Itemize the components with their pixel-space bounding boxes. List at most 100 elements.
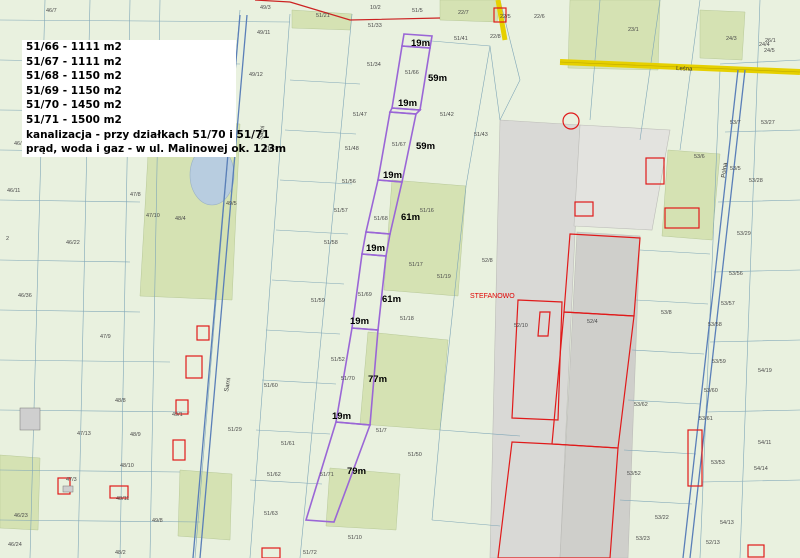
parcel-number: 48/10	[120, 463, 134, 469]
parcel-number: 48/4	[175, 216, 186, 222]
parcel-number: 23/1	[628, 27, 639, 33]
dim-label-width-6: 19m	[332, 411, 351, 422]
parcel-number: 51/5	[412, 8, 423, 14]
parcel-number: 24/5	[764, 48, 775, 54]
parcel-number: 51/17	[409, 262, 423, 268]
parcel-number: 53/61	[699, 416, 713, 422]
parcel-number: 51/50	[408, 452, 422, 458]
parcel-number: 51/7	[376, 428, 387, 434]
parcel-number: 52/8	[482, 258, 493, 264]
parcel-number: 52/10	[514, 323, 528, 329]
parcel-number: 53/56	[729, 271, 743, 277]
dim-label-width-2: 19m	[398, 98, 417, 109]
parcel-number: 51/52	[331, 357, 345, 363]
parcel-number: 51/59	[311, 298, 325, 304]
dim-label-length-3: 61m	[401, 212, 420, 223]
parcel-number: 51/19	[437, 274, 451, 280]
parcel-number: 51/63	[264, 511, 278, 517]
parcel-number: 51/41	[454, 36, 468, 42]
dim-label-length-5: 77m	[368, 374, 387, 385]
dim-label-length-4: 61m	[382, 294, 401, 305]
parcel-number: 48/8	[115, 398, 126, 404]
legend-line: 51/69 - 1150 m2	[26, 84, 122, 97]
legend-line: 51/71 - 1500 m2	[26, 113, 122, 126]
parcel-number: 48/9	[130, 432, 141, 438]
parcel-number: 51/68	[374, 216, 388, 222]
parcel-number: 51/33	[368, 23, 382, 29]
parcel-number: 51/67	[392, 142, 406, 148]
parcel-number: 53/60	[704, 388, 718, 394]
parcel-number: 47/8	[130, 192, 141, 198]
parcel-number: 49/5	[226, 201, 237, 207]
parcel-number: 51/42	[440, 112, 454, 118]
parcel-number: 51/29	[228, 427, 242, 433]
parcel-number: 47/10	[146, 213, 160, 219]
parcel-number: 51/43	[474, 132, 488, 138]
parcel-number: 51/58	[324, 240, 338, 246]
parcel-number: 53/52	[627, 471, 641, 477]
place-name: STEFANOWO	[470, 293, 515, 300]
parcel-number: 51/69	[358, 292, 372, 298]
parcel-number: 51/48	[345, 146, 359, 152]
parcel-number: 51/10	[348, 535, 362, 541]
dim-label-width-4: 19m	[366, 243, 385, 254]
street-label-lesna: Leśna	[676, 66, 693, 73]
parcel-number: 24/3	[726, 36, 737, 42]
parcel-number: 53/5	[730, 166, 741, 172]
parcel-number: 53/28	[749, 178, 763, 184]
parcel-number: 46/23	[14, 513, 28, 519]
parcel-number: 52/4	[587, 319, 598, 325]
parcel-number: 53/62	[634, 402, 648, 408]
parcel-number: 2	[6, 236, 9, 242]
parcel-number: 51/62	[267, 472, 281, 478]
parcel-number: 53/58	[708, 322, 722, 328]
parcel-number: 22/6	[534, 14, 545, 20]
parcel-number: 49/1	[172, 412, 183, 418]
parcel-number: 49/11	[257, 30, 270, 36]
parcel-number: 51/66	[405, 70, 419, 76]
dim-label-length-6: 79m	[347, 466, 366, 477]
parcel-number: 22/5	[500, 14, 511, 20]
parcel-number: 51/16	[420, 208, 434, 214]
parcel-number: 54/11	[758, 440, 771, 446]
parcel-number: 52/13	[706, 540, 720, 546]
parcel-number: 54/13	[720, 520, 734, 526]
parcel-number: 51/71	[320, 472, 334, 478]
parcel-number: 51/21	[316, 13, 330, 19]
parcel-number: 53/7	[730, 120, 741, 126]
dim-label-length-2: 59m	[416, 141, 435, 152]
parcel-number: 10/2	[370, 5, 381, 11]
parcel-number: 22/8	[490, 34, 501, 40]
parcel-number: 46/11	[7, 188, 20, 194]
parcel-number: 51/57	[334, 208, 348, 214]
parcel-number: 48/2	[115, 550, 126, 556]
parcel-number: 51/60	[264, 383, 278, 389]
parcel-number: 53/53	[711, 460, 725, 466]
parcel-number: 46/7	[46, 8, 57, 14]
legend-line: 51/70 - 1450 m2	[26, 99, 122, 112]
parcel-number: 53/22	[655, 515, 669, 521]
parcel-number: 46/36	[18, 293, 32, 299]
parcel-number: 53/29	[737, 231, 751, 237]
parcel-number: 49/3	[260, 5, 271, 11]
plot-legend: 51/66 - 1111 m2 51/67 - 1111 m2 51/68 - …	[22, 40, 287, 157]
parcel-number: 22/7	[458, 10, 469, 16]
parcel-number: 46/22	[66, 240, 80, 246]
parcel-number: 51/70	[341, 376, 355, 382]
legend-line: prąd, woda i gaz - w ul. Malinowej ok. 1…	[26, 143, 287, 156]
dim-label-width-5: 19m	[350, 316, 369, 327]
parcel-number: 51/56	[342, 179, 356, 185]
parcel-number: 51/47	[353, 112, 367, 118]
parcel-number: 46/24	[8, 542, 22, 548]
parcel-number: 54/19	[758, 368, 772, 374]
parcel-number: 53/59	[712, 359, 726, 365]
parcel-number: 49/8	[152, 518, 163, 524]
dim-label-length-1: 59m	[428, 73, 447, 84]
parcel-number: 53/57	[721, 301, 735, 307]
parcel-number: 51/18	[400, 316, 414, 322]
parcel-number: 53/8	[661, 310, 672, 316]
parcel-number: 49/12	[249, 72, 263, 78]
parcel-number: 51/61	[281, 441, 295, 447]
parcel-number: 54/14	[754, 466, 768, 472]
legend-line: kanalizacja - przy działkach 51/70 i 51/…	[26, 128, 270, 141]
